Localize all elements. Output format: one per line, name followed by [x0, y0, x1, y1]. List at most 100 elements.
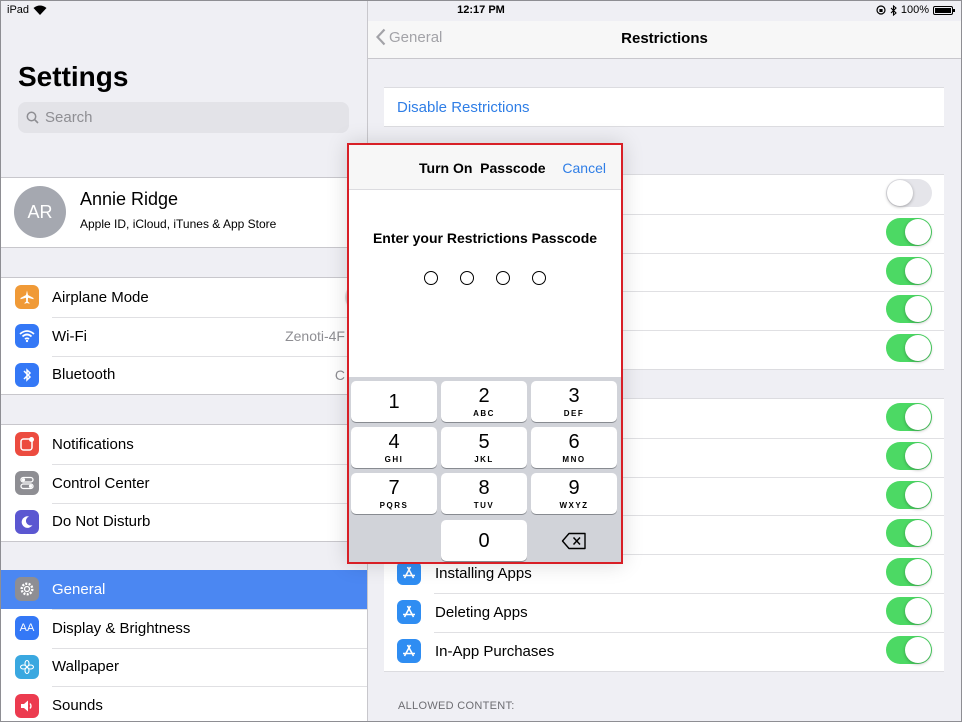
modal-title: Turn On Passcode [419, 160, 546, 176]
deleting-apps-label: Deleting Apps [435, 603, 528, 621]
apple-id-profile[interactable]: AR Annie Ridge Apple ID, iCloud, iTunes … [1, 177, 367, 248]
restriction-toggle[interactable] [886, 217, 932, 246]
sidebar-item-label: Wi-Fi [52, 327, 87, 345]
delete-button[interactable] [531, 520, 617, 561]
sidebar-item-label: Wallpaper [52, 658, 119, 676]
wifi-icon [15, 324, 39, 349]
passcode-prompt: Enter your Restrictions Passcode [372, 230, 598, 246]
passcode-dot [424, 271, 438, 285]
sidebar-item-bluetooth[interactable]: Bluetooth C [1, 355, 367, 395]
key-3[interactable]: 3 DEF [531, 381, 617, 422]
passcode-dot [460, 271, 474, 285]
airplane-icon [15, 285, 39, 310]
key-number: 9 [568, 477, 580, 499]
restriction-toggle[interactable] [886, 480, 932, 509]
sidebar-item-label: General [52, 580, 106, 598]
sidebar-item-general[interactable]: General [1, 570, 367, 609]
restriction-toggle[interactable] [886, 256, 932, 285]
sidebar-item-label: Sounds [52, 697, 103, 715]
sidebar-item-wifi[interactable]: Wi-Fi Zenoti-4F [1, 316, 367, 356]
app-store-icon [397, 599, 421, 624]
in-app-purchases-toggle[interactable] [886, 635, 932, 664]
modal-header: Turn On Passcode Cancel [349, 145, 621, 190]
sounds-icon [15, 693, 39, 718]
key-5[interactable]: 5 JKL [441, 427, 527, 468]
deleting-apps-toggle[interactable] [886, 596, 932, 625]
bluetooth-value: C [334, 366, 345, 383]
key-8[interactable]: 8 TUV [441, 473, 527, 514]
toggle-knob [887, 180, 913, 206]
key-9[interactable]: 9 WXYZ [531, 473, 617, 514]
key-number: 5 [478, 431, 490, 453]
key-number: 4 [388, 431, 400, 453]
sidebar-item-label: Bluetooth [52, 366, 116, 384]
sidebar-item-do-not-disturb[interactable]: Do Not Disturb [1, 502, 367, 542]
gear-icon [15, 577, 39, 602]
key-letters: ABC [473, 409, 495, 418]
bluetooth-icon [15, 362, 39, 387]
installing-apps-toggle[interactable] [886, 558, 932, 587]
allowed-content-header: ALLOWED CONTENT: [398, 700, 515, 712]
toggle-knob [905, 636, 931, 663]
sidebar-item-sounds[interactable]: Sounds [1, 686, 367, 721]
sidebar-item-label: Do Not Disturb [52, 513, 151, 531]
sidebar-item-display-brightness[interactable]: AA Display & Brightness [1, 608, 367, 648]
wallpaper-icon [15, 654, 39, 679]
toggle-knob [905, 520, 931, 547]
restriction-toggle[interactable] [886, 403, 932, 431]
key-number: 6 [568, 431, 580, 453]
restriction-toggle[interactable] [886, 519, 932, 548]
key-number: 1 [388, 391, 400, 413]
bluetooth-status-icon [890, 4, 897, 16]
battery-level [935, 7, 951, 13]
key-letters: DEF [563, 409, 585, 418]
key-1[interactable]: 1 [351, 381, 437, 422]
rotation-lock-icon [876, 5, 886, 15]
key-0[interactable]: 0 [441, 520, 527, 561]
profile-subtitle: Apple ID, iCloud, iTunes & App Store [80, 217, 277, 231]
key-2[interactable]: 2 ABC [441, 381, 527, 422]
restriction-toggle[interactable] [886, 179, 932, 207]
nav-title: Restrictions [621, 30, 708, 47]
passcode-dot [496, 271, 510, 285]
notifications-icon [15, 432, 39, 457]
toggle-knob [905, 559, 931, 586]
search-input[interactable]: Search [18, 102, 349, 133]
key-number: 2 [478, 385, 490, 407]
toggle-knob [905, 597, 931, 624]
search-placeholder: Search [45, 109, 93, 126]
navigation-bar: General Restrictions [368, 21, 961, 59]
status-time: 12:17 PM [457, 4, 505, 16]
sidebar-item-airplane-mode[interactable]: Airplane Mode [1, 278, 395, 317]
key-letters: PQRS [379, 501, 409, 510]
connectivity-group: Airplane Mode Wi-Fi Zenoti-4F Bluetooth … [1, 277, 395, 396]
sidebar-item-control-center[interactable]: Control Center [1, 463, 367, 503]
settings-sidebar: Settings Search AR Annie Ridge Apple ID,… [1, 1, 395, 721]
page-title: Settings [18, 61, 129, 92]
toggle-knob [905, 335, 931, 362]
sidebar-item-wallpaper[interactable]: Wallpaper [1, 647, 367, 687]
list-item-in-app-purchases: In-App Purchases [384, 631, 944, 671]
disable-restrictions-button[interactable]: Disable Restrictions [384, 87, 944, 127]
key-number: 8 [478, 477, 490, 499]
delete-backspace-icon [561, 532, 586, 549]
battery-icon [933, 5, 955, 15]
general-group: General AA Display & Brightness Wallpape… [1, 570, 367, 721]
moon-icon [15, 509, 39, 534]
restriction-toggle[interactable] [886, 441, 932, 470]
battery-percent: 100% [900, 4, 929, 16]
sidebar-item-label: Airplane Mode [52, 288, 149, 306]
restriction-toggle[interactable] [886, 334, 932, 363]
sidebar-item-notifications[interactable]: Notifications [1, 425, 367, 464]
sidebar-item-label: Notifications [52, 435, 134, 453]
installing-apps-label: Installing Apps [435, 565, 532, 583]
sidebar-item-label: Display & Brightness [52, 619, 191, 637]
key-number: 3 [568, 385, 580, 407]
key-4[interactable]: 4 GHI [351, 427, 437, 468]
key-number: 7 [388, 477, 400, 499]
passcode-dot [532, 271, 546, 285]
key-7[interactable]: 7 PQRS [351, 473, 437, 514]
cancel-button[interactable]: Cancel [562, 160, 606, 176]
key-6[interactable]: 6 MNO [531, 427, 617, 468]
restriction-toggle[interactable] [886, 295, 932, 324]
